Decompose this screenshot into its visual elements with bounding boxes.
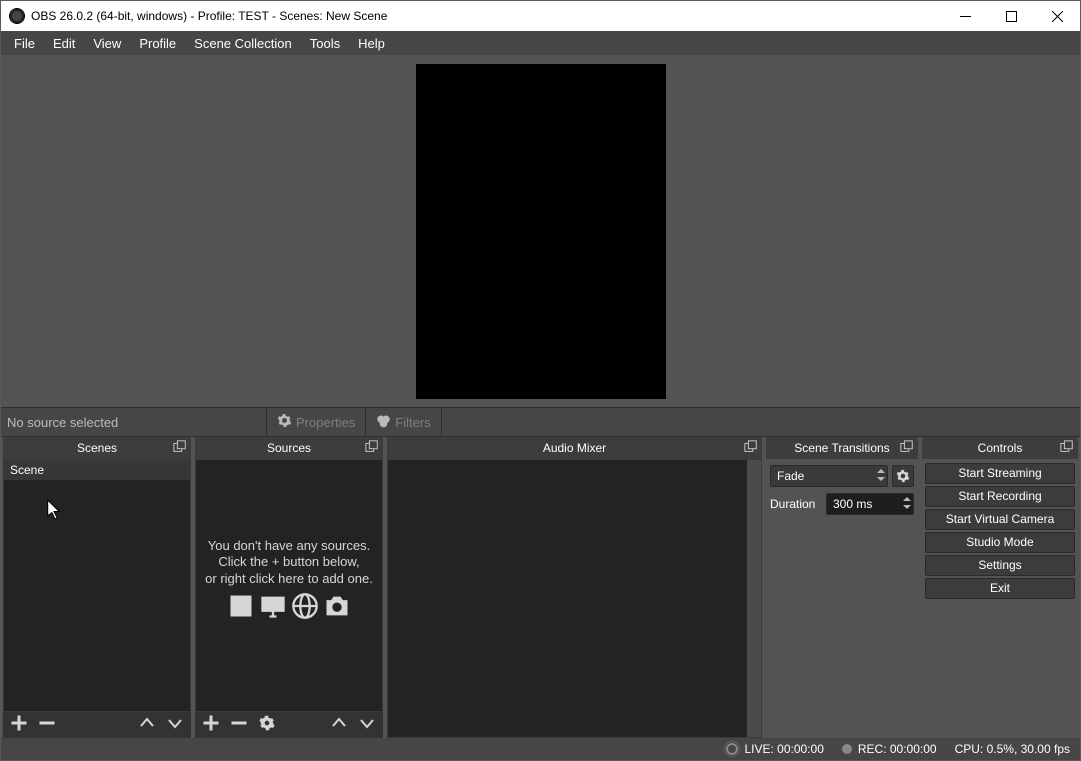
close-button[interactable] — [1034, 1, 1080, 31]
popout-icon[interactable] — [900, 440, 914, 457]
transitions-dock: Scene Transitions Fade — [766, 437, 918, 738]
filters-label: Filters — [395, 415, 430, 430]
transition-settings-button[interactable] — [892, 465, 914, 487]
window-title: OBS 26.0.2 (64-bit, windows) - Profile: … — [31, 9, 942, 23]
duration-input[interactable]: 300 ms — [826, 493, 914, 515]
preview-area[interactable] — [1, 55, 1080, 407]
add-scene-button[interactable] — [11, 715, 27, 736]
no-source-label: No source selected — [1, 415, 266, 430]
transition-selected: Fade — [777, 469, 804, 483]
settings-button[interactable]: Settings — [925, 555, 1075, 576]
mixer-dock: Audio Mixer — [387, 437, 762, 738]
globe-icon — [291, 592, 319, 620]
scrollbar[interactable] — [747, 460, 761, 737]
menu-file[interactable]: File — [5, 33, 44, 54]
source-settings-button[interactable] — [259, 715, 275, 736]
menu-view[interactable]: View — [84, 33, 130, 54]
transitions-header: Scene Transitions — [766, 437, 918, 459]
sources-empty-line3: or right click here to add one. — [196, 571, 382, 587]
image-icon — [227, 592, 255, 620]
menu-scene-collection[interactable]: Scene Collection — [185, 33, 301, 54]
sources-empty-icons — [196, 592, 382, 620]
display-icon — [259, 592, 287, 620]
add-source-button[interactable] — [203, 715, 219, 736]
studio-mode-button[interactable]: Studio Mode — [925, 532, 1075, 553]
transitions-title: Scene Transitions — [794, 441, 889, 455]
menu-profile[interactable]: Profile — [130, 33, 185, 54]
scene-down-button[interactable] — [167, 715, 183, 736]
scenes-dock: Scenes Scene — [3, 437, 191, 738]
scenes-header: Scenes — [3, 437, 191, 459]
mixer-body[interactable] — [387, 459, 762, 738]
sources-empty-line1: You don't have any sources. — [196, 538, 382, 554]
properties-button[interactable]: Properties — [267, 413, 365, 431]
gear-icon — [277, 413, 292, 431]
maximize-button[interactable] — [988, 1, 1034, 31]
cursor-icon — [47, 500, 61, 525]
remove-source-button[interactable] — [231, 715, 247, 736]
popout-icon[interactable] — [365, 440, 379, 457]
popout-icon[interactable] — [1060, 440, 1074, 457]
scene-up-button[interactable] — [139, 715, 155, 736]
duration-value: 300 ms — [833, 497, 872, 511]
sources-footer — [195, 712, 383, 738]
controls-header: Controls — [922, 437, 1078, 459]
sources-title: Sources — [267, 441, 311, 455]
duration-label: Duration — [770, 497, 822, 511]
app-icon — [9, 8, 25, 24]
menu-edit[interactable]: Edit — [44, 33, 84, 54]
mixer-title: Audio Mixer — [543, 441, 606, 455]
source-toolbar: No source selected Properties Filters — [1, 407, 1080, 437]
scenes-footer — [3, 712, 191, 738]
sources-header: Sources — [195, 437, 383, 459]
camera-icon — [323, 592, 351, 620]
scenes-title: Scenes — [77, 441, 117, 455]
source-down-button[interactable] — [359, 715, 375, 736]
controls-dock: Controls Start Streaming Start Recording… — [922, 437, 1078, 738]
sources-empty-line2: Click the + button below, — [196, 554, 382, 570]
preview-canvas — [416, 64, 666, 399]
controls-title: Controls — [978, 441, 1023, 455]
menu-help[interactable]: Help — [349, 33, 394, 54]
popout-icon[interactable] — [173, 440, 187, 457]
start-recording-button[interactable]: Start Recording — [925, 486, 1075, 507]
rec-status: REC: 00:00:00 — [858, 742, 937, 756]
cpu-status: CPU: 0.5%, 30.00 fps — [955, 742, 1070, 756]
filters-button[interactable]: Filters — [366, 413, 440, 431]
statusbar: LIVE: 00:00:00 REC: 00:00:00 CPU: 0.5%, … — [1, 738, 1080, 760]
scenes-body[interactable]: Scene — [3, 459, 191, 712]
live-indicator-icon — [726, 743, 738, 755]
minimize-button[interactable] — [942, 1, 988, 31]
popout-icon[interactable] — [744, 440, 758, 457]
filters-icon — [376, 413, 391, 431]
start-virtual-camera-button[interactable]: Start Virtual Camera — [925, 509, 1075, 530]
transition-select[interactable]: Fade — [770, 465, 888, 487]
start-streaming-button[interactable]: Start Streaming — [925, 463, 1075, 484]
rec-indicator-icon — [842, 744, 852, 754]
properties-label: Properties — [296, 415, 355, 430]
spinner-icon — [877, 467, 885, 483]
menu-tools[interactable]: Tools — [301, 33, 349, 54]
source-up-button[interactable] — [331, 715, 347, 736]
live-status: LIVE: 00:00:00 — [744, 742, 823, 756]
spinner-icon — [903, 495, 911, 511]
menubar: File Edit View Profile Scene Collection … — [1, 31, 1080, 55]
gear-icon — [896, 469, 910, 483]
mixer-header: Audio Mixer — [387, 437, 762, 459]
titlebar: OBS 26.0.2 (64-bit, windows) - Profile: … — [1, 1, 1080, 31]
remove-scene-button[interactable] — [39, 715, 55, 736]
scene-item[interactable]: Scene — [4, 460, 190, 480]
sources-body[interactable]: You don't have any sources. Click the + … — [195, 459, 383, 712]
exit-button[interactable]: Exit — [925, 578, 1075, 599]
sources-dock: Sources You don't have any sources. Clic… — [195, 437, 383, 738]
